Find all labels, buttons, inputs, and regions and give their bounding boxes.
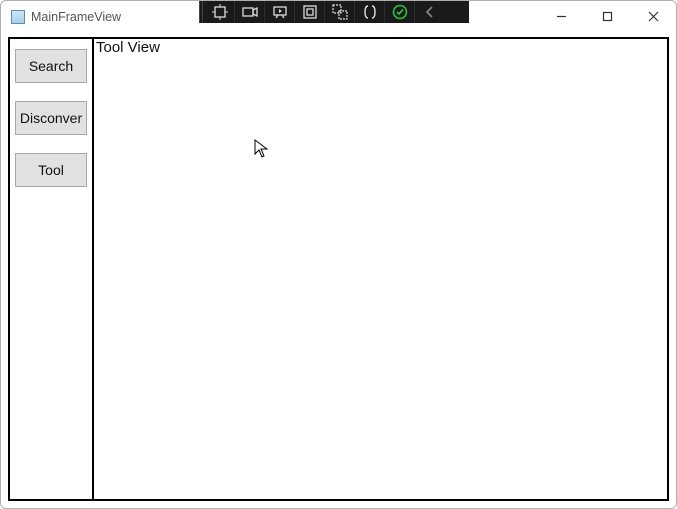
mouse-cursor-icon (254, 139, 270, 159)
main-view: Tool View (94, 39, 667, 499)
sidebar-button-label: Tool (38, 162, 64, 178)
brackets-icon (362, 4, 378, 20)
camera-icon (242, 4, 258, 20)
sidebar-button-tool[interactable]: Tool (15, 153, 87, 187)
app-icon (11, 10, 25, 24)
square-icon (302, 4, 318, 20)
sidebar-button-label: Search (29, 58, 73, 74)
toolstrip-btn-3[interactable] (265, 1, 295, 23)
sidebar-button-disconver[interactable]: Disconver (15, 101, 87, 135)
present-icon (272, 4, 288, 20)
close-button[interactable] (630, 1, 676, 31)
toolstrip-btn-6[interactable] (355, 1, 385, 23)
target-icon (212, 4, 228, 20)
toolstrip-btn-1[interactable] (205, 1, 235, 23)
debug-toolstrip (199, 1, 469, 23)
close-icon (648, 11, 659, 22)
toolstrip-btn-5[interactable] (325, 1, 355, 23)
window-controls (538, 1, 676, 31)
sidebar-button-label: Disconver (20, 110, 82, 126)
toolstrip-btn-2[interactable] (235, 1, 265, 23)
window-title: MainFrameView (31, 10, 121, 24)
view-title: Tool View (96, 39, 160, 56)
sidebar: Search Disconver Tool (10, 39, 94, 499)
chevron-left-icon (422, 4, 438, 20)
check-circle-icon (392, 4, 408, 20)
minimize-icon (556, 11, 567, 22)
toolstrip-btn-4[interactable] (295, 1, 325, 23)
content-area: Search Disconver Tool Tool View (8, 37, 669, 501)
app-window: MainFrameView (0, 0, 677, 509)
maximize-icon (602, 11, 613, 22)
toolstrip-btn-7[interactable] (385, 1, 415, 23)
group-icon (332, 4, 348, 20)
maximize-button[interactable] (584, 1, 630, 31)
minimize-button[interactable] (538, 1, 584, 31)
toolstrip-btn-8[interactable] (415, 1, 445, 23)
sidebar-button-search[interactable]: Search (15, 49, 87, 83)
titlebar: MainFrameView (1, 1, 676, 33)
